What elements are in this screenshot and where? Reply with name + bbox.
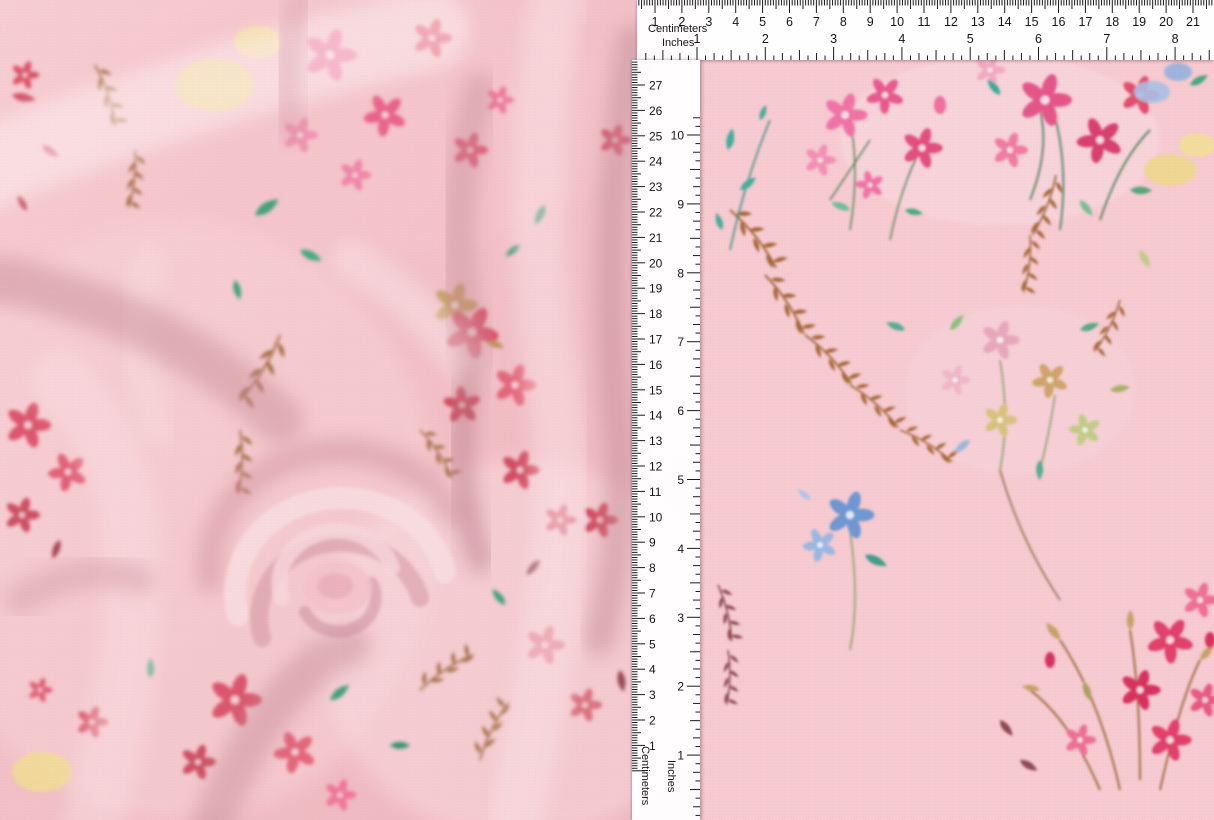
cm-number: 9 [649, 536, 656, 550]
cm-number: 20 [1159, 15, 1173, 29]
cm-number: 25 [649, 129, 663, 143]
cm-number: 4 [732, 15, 739, 29]
inch-number: 3 [677, 611, 684, 625]
cm-number: 6 [786, 15, 793, 29]
vertical-ruler: 2726252423222120191817161514131211109876… [632, 60, 700, 820]
inch-number: 6 [1035, 32, 1042, 46]
cm-number: 14 [998, 15, 1012, 29]
inch-number: 8 [677, 266, 684, 280]
cm-number: 8 [840, 15, 847, 29]
cm-number: 22 [649, 206, 663, 220]
cm-number: 15 [1025, 15, 1039, 29]
cm-number: 13 [971, 15, 985, 29]
cm-number: 13 [649, 434, 663, 448]
cm-number: 9 [867, 15, 874, 29]
cm-number: 10 [649, 510, 663, 524]
cm-number: 8 [649, 561, 656, 575]
cm-number: 17 [649, 333, 663, 347]
vruler-centimeters-label: Centimeters [639, 746, 651, 805]
cm-number: 16 [1052, 15, 1066, 29]
vruler-inches-label: Inches [665, 760, 677, 792]
horizontal-ruler: 1234567891011121314151617181920211234567… [637, 0, 1214, 60]
cm-number: 11 [649, 485, 662, 499]
cm-number: 7 [649, 587, 656, 601]
fabric-draped [0, 0, 700, 820]
inch-number: 2 [762, 32, 769, 46]
inch-number: 7 [1103, 32, 1110, 46]
inch-number: 1 [677, 749, 684, 763]
inch-number: 7 [677, 335, 684, 349]
fabric-photo: 1234567891011121314151617181920211234567… [0, 0, 1214, 820]
cm-number: 18 [649, 307, 663, 321]
vertical-ruler-scale: 2726252423222120191817161514131211109876… [632, 60, 700, 820]
cm-number: 21 [649, 231, 663, 245]
cm-number: 3 [649, 688, 656, 702]
cm-number: 16 [649, 358, 663, 372]
inch-number: 8 [1172, 32, 1179, 46]
inch-number: 2 [677, 680, 684, 694]
horizontal-ruler-scale: 1234567891011121314151617181920211234567… [637, 0, 1214, 60]
inch-number: 5 [967, 32, 974, 46]
cm-number: 21 [1186, 15, 1200, 29]
cm-number: 18 [1105, 15, 1119, 29]
cm-number: 2 [649, 714, 656, 728]
inch-number: 3 [830, 32, 837, 46]
cm-number: 5 [759, 15, 766, 29]
cm-number: 12 [944, 15, 958, 29]
inch-number: 6 [677, 404, 684, 418]
cm-number: 11 [918, 15, 931, 29]
hruler-inches-label: Inches [662, 37, 694, 49]
cm-number: 23 [649, 180, 663, 194]
fabric-flat [700, 0, 1214, 820]
inch-number: 5 [677, 473, 684, 487]
cm-number: 4 [649, 663, 656, 677]
cm-number: 12 [649, 460, 663, 474]
cm-number: 24 [649, 155, 663, 169]
cm-number: 20 [649, 256, 663, 270]
inch-number: 10 [671, 129, 685, 143]
cm-number: 15 [649, 383, 663, 397]
cm-number: 27 [649, 79, 663, 93]
cm-number: 17 [1078, 15, 1092, 29]
cm-number: 14 [649, 409, 663, 423]
cm-number: 5 [649, 637, 656, 651]
cm-number: 10 [890, 15, 904, 29]
hruler-centimeters-label: Centimeters [648, 23, 707, 35]
cm-number: 7 [813, 15, 820, 29]
cm-number: 19 [649, 282, 663, 296]
inch-number: 4 [677, 542, 684, 556]
inch-number: 4 [898, 32, 905, 46]
inch-number: 9 [677, 197, 684, 211]
cm-number: 26 [649, 104, 663, 118]
cm-number: 6 [649, 612, 656, 626]
cm-number: 19 [1132, 15, 1146, 29]
